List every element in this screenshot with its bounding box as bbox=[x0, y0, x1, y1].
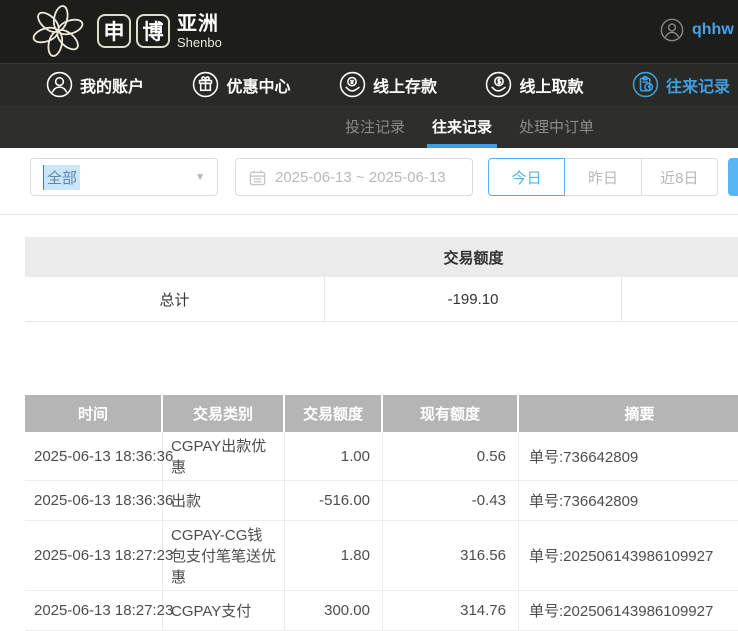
logo-char-box: 申 bbox=[97, 14, 131, 48]
tab-label: 投注记录 bbox=[345, 116, 405, 137]
filter-bar: 全部 ▼ 2025-06-13 ~ 2025-06-13 今日 昨日 近8日 bbox=[0, 148, 738, 215]
col-header-type: 交易类别 bbox=[163, 395, 285, 432]
calendar-icon bbox=[249, 169, 266, 186]
table-row: 2025-06-13 18:36:36 出款 -516.00 -0.43 单号:… bbox=[25, 481, 738, 521]
summary-total-value: -199.10 bbox=[325, 277, 622, 321]
button-label: 昨日 bbox=[588, 167, 618, 188]
tab-betting-records[interactable]: 投注记录 bbox=[345, 105, 405, 148]
cell-type: CGPAY出款优惠 bbox=[163, 432, 285, 480]
table-header-row: 时间 交易类别 交易额度 现有额度 摘要 bbox=[25, 395, 738, 432]
cell-balance: -0.43 bbox=[383, 481, 519, 520]
cell-memo: 单号:202506143986109927 bbox=[519, 521, 738, 590]
col-header-time: 时间 bbox=[25, 395, 163, 432]
gift-icon bbox=[192, 71, 219, 98]
nav-item-deposit[interactable]: 线上存款 bbox=[339, 71, 437, 98]
cell-balance: 314.76 bbox=[383, 591, 519, 630]
nav-item-label: 我的账户 bbox=[80, 73, 144, 97]
chevron-down-icon: ▼ bbox=[195, 172, 205, 183]
cell-balance: 0.56 bbox=[383, 432, 519, 480]
transactions-table: 时间 交易类别 交易额度 现有额度 摘要 2025-06-13 18:36:36… bbox=[25, 395, 738, 631]
nav-item-label: 往来记录 bbox=[666, 73, 730, 97]
cell-time: 2025-06-13 18:27:23 bbox=[25, 521, 163, 590]
withdraw-hand-coin-icon bbox=[485, 71, 512, 98]
search-button[interactable] bbox=[728, 158, 738, 196]
deposit-hand-coin-icon bbox=[339, 71, 366, 98]
user-icon bbox=[46, 71, 73, 98]
logo-region-cn: 亚洲 bbox=[177, 14, 222, 34]
cell-amount: 1.00 bbox=[285, 432, 383, 480]
cell-time: 2025-06-13 18:36:36 bbox=[25, 481, 163, 520]
last-8-days-button[interactable]: 近8日 bbox=[641, 158, 718, 196]
date-range-input[interactable]: 2025-06-13 ~ 2025-06-13 bbox=[235, 158, 473, 196]
cell-amount: 1.80 bbox=[285, 521, 383, 590]
nav-item-withdraw[interactable]: 线上取款 bbox=[485, 71, 583, 98]
username-label[interactable]: qhhw bbox=[692, 21, 734, 39]
col-header-amount: 交易额度 bbox=[285, 395, 383, 432]
tab-label: 处理中订单 bbox=[519, 116, 594, 137]
col-header-memo: 摘要 bbox=[519, 395, 738, 432]
category-dropdown[interactable]: 全部 ▼ bbox=[30, 158, 218, 196]
nav-item-promotions[interactable]: 优惠中心 bbox=[192, 71, 290, 98]
nav-item-transactions[interactable]: 往来记录 bbox=[632, 71, 730, 98]
tab-pending-orders[interactable]: 处理中订单 bbox=[519, 105, 594, 148]
date-range-value: 2025-06-13 ~ 2025-06-13 bbox=[275, 169, 446, 186]
clipboard-clock-icon bbox=[632, 71, 659, 98]
top-bar: 申 博 亚洲 Shenbo qhhw bbox=[0, 0, 738, 63]
logo-region-text: 亚洲 Shenbo bbox=[177, 14, 222, 49]
tab-label: 往来记录 bbox=[432, 116, 492, 137]
flower-logo-icon bbox=[30, 3, 86, 59]
records-subnav: 投注记录 往来记录 处理中订单 bbox=[0, 105, 738, 148]
category-dropdown-value: 全部 bbox=[43, 165, 80, 190]
cell-type: 出款 bbox=[163, 481, 285, 520]
col-header-balance: 现有额度 bbox=[383, 395, 519, 432]
summary-table: 交易额度 总计 -199.10 bbox=[25, 237, 738, 322]
main-nav: 我的账户 优惠中心 线上存款 bbox=[0, 63, 738, 105]
button-label: 今日 bbox=[512, 167, 542, 188]
cell-type: CGPAY-CG钱包支付笔笔送优惠 bbox=[163, 521, 285, 590]
summary-total-label: 总计 bbox=[25, 277, 325, 321]
button-label: 近8日 bbox=[660, 167, 698, 188]
summary-total-row: 总计 -199.10 bbox=[25, 277, 738, 322]
quick-date-buttons: 今日 昨日 近8日 bbox=[488, 158, 718, 196]
tab-transaction-records[interactable]: 往来记录 bbox=[432, 105, 492, 148]
cell-balance: 316.56 bbox=[383, 521, 519, 590]
cell-amount: 300.00 bbox=[285, 591, 383, 630]
cell-memo: 单号:736642809 bbox=[519, 432, 738, 480]
cell-type: CGPAY支付 bbox=[163, 591, 285, 630]
logo-char-box: 博 bbox=[136, 14, 170, 48]
cell-amount: -516.00 bbox=[285, 481, 383, 520]
site-logo[interactable]: 申 博 亚洲 Shenbo bbox=[30, 3, 222, 59]
user-avatar-icon bbox=[660, 18, 684, 42]
yesterday-button[interactable]: 昨日 bbox=[564, 158, 641, 196]
cell-time: 2025-06-13 18:27:23 bbox=[25, 591, 163, 630]
cell-memo: 单号:202506143986109927 bbox=[519, 591, 738, 630]
user-account-area[interactable]: qhhw bbox=[660, 18, 734, 42]
table-row: 2025-06-13 18:27:23 CGPAY支付 300.00 314.7… bbox=[25, 591, 738, 631]
nav-item-my-account[interactable]: 我的账户 bbox=[46, 71, 144, 98]
table-row: 2025-06-13 18:36:36 CGPAY出款优惠 1.00 0.56 … bbox=[25, 432, 738, 481]
cell-memo: 单号:736642809 bbox=[519, 481, 738, 520]
summary-header-amount: 交易额度 bbox=[325, 247, 622, 268]
logo-region-en: Shenbo bbox=[177, 36, 222, 49]
summary-header-row: 交易额度 bbox=[25, 237, 738, 277]
nav-item-label: 线上存款 bbox=[373, 73, 437, 97]
today-button[interactable]: 今日 bbox=[488, 158, 565, 196]
nav-item-label: 优惠中心 bbox=[226, 73, 290, 97]
nav-item-label: 线上取款 bbox=[519, 73, 583, 97]
table-row: 2025-06-13 18:27:23 CGPAY-CG钱包支付笔笔送优惠 1.… bbox=[25, 521, 738, 591]
cell-time: 2025-06-13 18:36:36 bbox=[25, 432, 163, 480]
